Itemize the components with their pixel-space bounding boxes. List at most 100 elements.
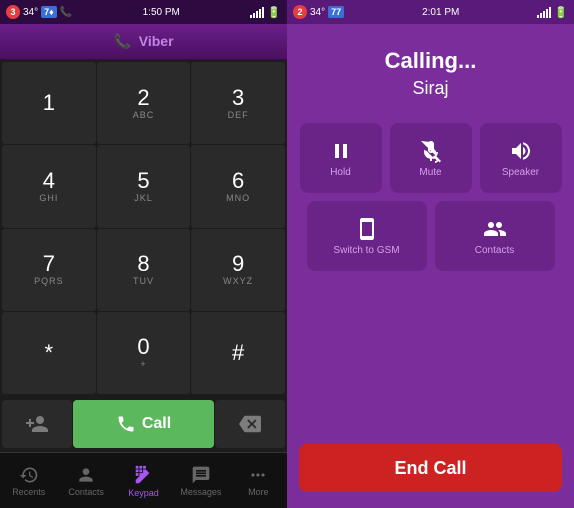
rbar3: [543, 11, 545, 18]
key-2-number: 2: [137, 87, 149, 109]
key-7-letters: PQRS: [34, 276, 64, 286]
add-contact-button[interactable]: [2, 400, 72, 448]
controls-row-2: Switch to GSM Contacts: [299, 201, 562, 271]
rbar4: [546, 9, 548, 18]
recents-icon: [19, 465, 39, 485]
key-5[interactable]: 5 JKL: [97, 145, 191, 227]
keypad-label: Keypad: [128, 488, 159, 498]
mute-icon: [419, 139, 443, 163]
add-contact-icon: [25, 412, 49, 436]
nav-recents[interactable]: Recents: [0, 465, 57, 497]
key-1-number: 1: [43, 92, 55, 114]
mute-label: Mute: [419, 167, 441, 178]
status-icons-left: 3 34° 7♦ 📞: [6, 5, 72, 19]
bar1: [250, 15, 252, 18]
notification-badge-left: 3: [6, 5, 20, 19]
bar3: [256, 11, 258, 18]
hold-icon: [329, 139, 353, 163]
delete-icon: [239, 413, 261, 435]
key-4-letters: GHI: [39, 193, 58, 203]
key-2[interactable]: 2 ABC: [97, 62, 191, 144]
key-3[interactable]: 3 DEF: [191, 62, 285, 144]
viber-app-name: Viber: [139, 33, 174, 49]
nav-messages[interactable]: Messages: [172, 465, 229, 497]
contacts-call-button[interactable]: Contacts: [435, 201, 555, 271]
call-controls: Hold Mute Speaker Sw: [287, 115, 574, 436]
status-bar-right: 2 34° 77 2:01 PM 🔋: [287, 0, 574, 24]
key-0-number: 0: [137, 336, 149, 358]
key-4[interactable]: 4 GHI: [2, 145, 96, 227]
speaker-icon: [509, 139, 533, 163]
contacts-call-label: Contacts: [475, 245, 514, 256]
speaker-button[interactable]: Speaker: [480, 123, 562, 193]
nav-keypad[interactable]: Keypad: [115, 464, 172, 498]
bar2: [253, 13, 255, 18]
key-9[interactable]: 9 WXYZ: [191, 229, 285, 311]
switch-gsm-button[interactable]: Switch to GSM: [307, 201, 427, 271]
key-5-number: 5: [137, 170, 149, 192]
key-9-number: 9: [232, 253, 244, 275]
nav-more[interactable]: More: [230, 465, 287, 497]
key-3-number: 3: [232, 87, 244, 109]
key-0-letters: +: [140, 359, 146, 369]
status-bar-left: 3 34° 7♦ 📞 1:50 PM 🔋: [0, 0, 287, 24]
key-1[interactable]: 1: [2, 62, 96, 144]
viber-phone-icon: 📞: [113, 33, 130, 49]
key-0[interactable]: 0 +: [97, 312, 191, 394]
left-panel: 3 34° 7♦ 📞 1:50 PM 🔋 📞 Viber 1: [0, 0, 287, 508]
key-8-number: 8: [137, 253, 149, 275]
bar4: [259, 9, 261, 18]
rbar2: [540, 13, 542, 18]
recents-label: Recents: [12, 487, 45, 497]
key-7-number: 7: [43, 253, 55, 275]
temp-left: 34°: [23, 7, 38, 18]
key-6-number: 6: [232, 170, 244, 192]
call-icon: [116, 414, 136, 434]
messages-label: Messages: [180, 487, 221, 497]
end-call-label: End Call: [394, 458, 466, 479]
rbar1: [537, 15, 539, 18]
viber-logo: 📞 Viber: [113, 33, 173, 50]
bar5: [262, 7, 264, 18]
status-icons-right: 2 34° 77: [293, 5, 344, 19]
end-call-button[interactable]: End Call: [299, 444, 562, 492]
right-status-icons-right: 🔋: [537, 6, 568, 19]
speaker-label: Speaker: [502, 167, 539, 178]
contacts-icon: [76, 465, 96, 485]
key-8[interactable]: 8 TUV: [97, 229, 191, 311]
keypad-icon: [133, 464, 155, 486]
key-4-number: 4: [43, 170, 55, 192]
hold-button[interactable]: Hold: [300, 123, 382, 193]
rbar5: [549, 7, 551, 18]
more-label: More: [248, 487, 269, 497]
switch-gsm-icon: [355, 217, 379, 241]
controls-row-1: Hold Mute Speaker: [299, 123, 562, 193]
key-7[interactable]: 7 PQRS: [2, 229, 96, 311]
key-9-letters: WXYZ: [223, 276, 253, 286]
hold-label: Hold: [330, 167, 351, 178]
signal-bars-right: [537, 6, 551, 18]
right-status-icons-left: 🔋: [250, 6, 281, 19]
key-3-letters: DEF: [228, 110, 249, 120]
nav-contacts[interactable]: Contacts: [57, 465, 114, 497]
key-2-letters: ABC: [133, 110, 155, 120]
more-icon: [248, 465, 268, 485]
key-hash[interactable]: #: [191, 312, 285, 394]
right-panel: 2 34° 77 2:01 PM 🔋 Calling... Siraj: [287, 0, 574, 508]
contacts-call-icon: [483, 217, 507, 241]
key-star[interactable]: *: [2, 312, 96, 394]
call-label: Call: [142, 415, 171, 433]
time-left: 1:50 PM: [143, 7, 180, 18]
key-6[interactable]: 6 MNO: [191, 145, 285, 227]
viber-status-icon-left: 📞: [60, 7, 72, 18]
battery-icon-left: 🔋: [267, 6, 281, 19]
viber-header: 📞 Viber: [0, 24, 287, 60]
call-button[interactable]: Call: [73, 400, 214, 448]
shield-badge-right: 77: [328, 6, 344, 18]
temp-right: 34°: [310, 7, 325, 18]
calling-section: Calling... Siraj: [287, 24, 574, 115]
key-hash-number: #: [232, 342, 244, 364]
mute-button[interactable]: Mute: [390, 123, 472, 193]
delete-button[interactable]: [215, 400, 285, 448]
battery-icon-right: 🔋: [554, 6, 568, 19]
